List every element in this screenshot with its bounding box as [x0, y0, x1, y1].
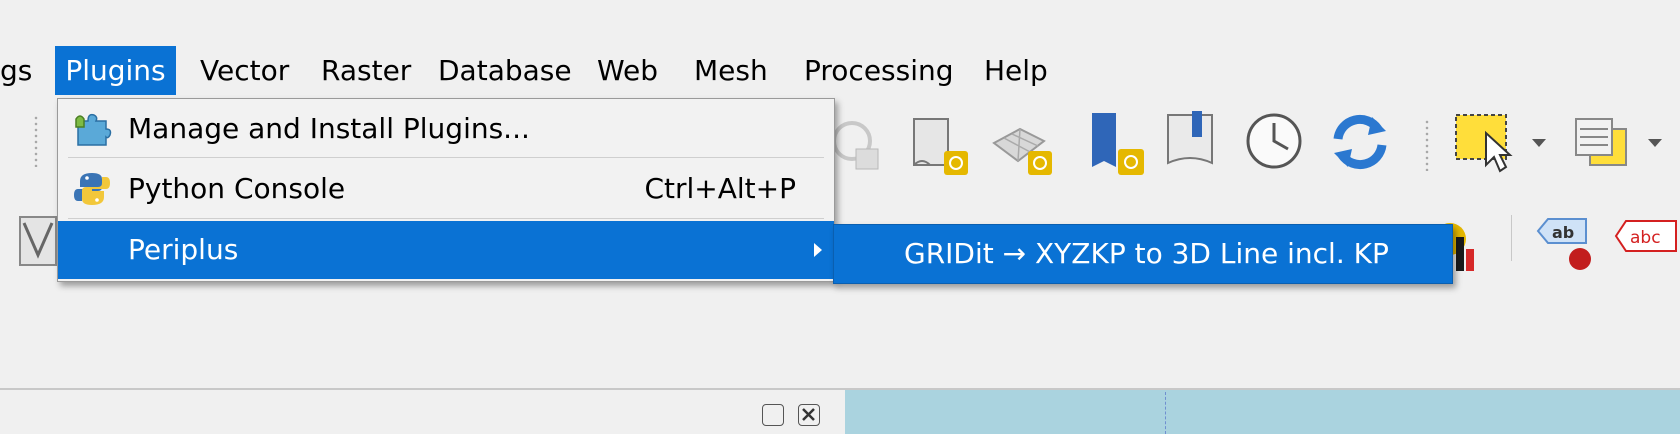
submenu-arrow-icon	[814, 243, 822, 257]
toolbar-grip-2[interactable]	[1424, 119, 1430, 171]
toolbar-separator	[1511, 215, 1512, 261]
map-canvas[interactable]	[845, 390, 1680, 434]
menu-item-label: Python Console	[128, 172, 346, 205]
menu-processing[interactable]: Processing	[794, 46, 964, 95]
menu-item-python-console[interactable]: Python Console Ctrl+Alt+P	[58, 160, 834, 218]
close-panel-icon[interactable]	[798, 404, 820, 426]
new-temporary-layer-icon[interactable]	[1164, 109, 1218, 169]
toolbar-grip[interactable]	[33, 115, 39, 167]
new-mesh-layer-icon[interactable]	[990, 115, 1054, 175]
menu-web[interactable]: Web	[587, 46, 668, 95]
identify-feature-icon[interactable]	[830, 115, 890, 175]
map-feature-line	[1165, 392, 1166, 434]
float-panel-icon[interactable]	[762, 404, 784, 426]
menu-item-periplus[interactable]: Periplus	[58, 221, 834, 279]
vertex-tool-icon[interactable]	[18, 211, 58, 271]
menu-raster[interactable]: Raster	[311, 46, 421, 95]
menu-separator	[68, 157, 824, 158]
menu-bar: gs Plugins Vector Raster Database Web Me…	[0, 46, 1680, 95]
periplus-submenu: GRIDit → XYZKP to 3D Line incl. KP	[833, 224, 1453, 284]
menu-item-label: Periplus	[128, 233, 239, 266]
menu-help[interactable]: Help	[974, 46, 1058, 95]
python-icon	[74, 173, 110, 205]
refresh-icon[interactable]	[1330, 113, 1390, 171]
plugins-menu: Manage and Install Plugins... Python Con…	[57, 98, 835, 282]
new-geopackage-layer-icon[interactable]	[1088, 109, 1154, 177]
attribute-table-icon[interactable]	[1572, 113, 1632, 173]
chevron-down-icon-2[interactable]	[1646, 137, 1664, 149]
abc-label-icon[interactable]: abc	[1612, 217, 1680, 257]
label-tool-text: ab	[1552, 223, 1574, 242]
abc-label-text: abc	[1630, 228, 1661, 248]
submenu-item-gridit-xyzkp[interactable]: GRIDit → XYZKP to 3D Line incl. KP	[834, 225, 1452, 283]
menu-plugins[interactable]: Plugins	[55, 46, 176, 95]
menu-settings[interactable]: gs	[0, 46, 42, 95]
menu-vector[interactable]: Vector	[190, 46, 299, 95]
label-tool-icon[interactable]: ab	[1534, 215, 1598, 277]
chevron-down-icon[interactable]	[1530, 137, 1548, 149]
menu-item-manage-plugins[interactable]: Manage and Install Plugins...	[58, 100, 834, 158]
menu-database[interactable]: Database	[428, 46, 582, 95]
title-bar	[0, 0, 1680, 46]
work-area	[0, 288, 1680, 388]
submenu-item-label: GRIDit → XYZKP to 3D Line incl. KP	[904, 237, 1389, 270]
menu-item-shortcut: Ctrl+Alt+P	[644, 172, 796, 205]
puzzle-piece-icon	[75, 113, 112, 146]
menu-mesh[interactable]: Mesh	[684, 46, 778, 95]
select-features-icon[interactable]	[1452, 109, 1522, 175]
new-spatialite-layer-icon[interactable]	[908, 113, 972, 177]
dock-panel-header	[0, 390, 845, 434]
menu-item-label: Manage and Install Plugins...	[128, 112, 530, 145]
menu-separator	[68, 218, 824, 219]
temporal-controller-icon[interactable]	[1244, 111, 1304, 171]
